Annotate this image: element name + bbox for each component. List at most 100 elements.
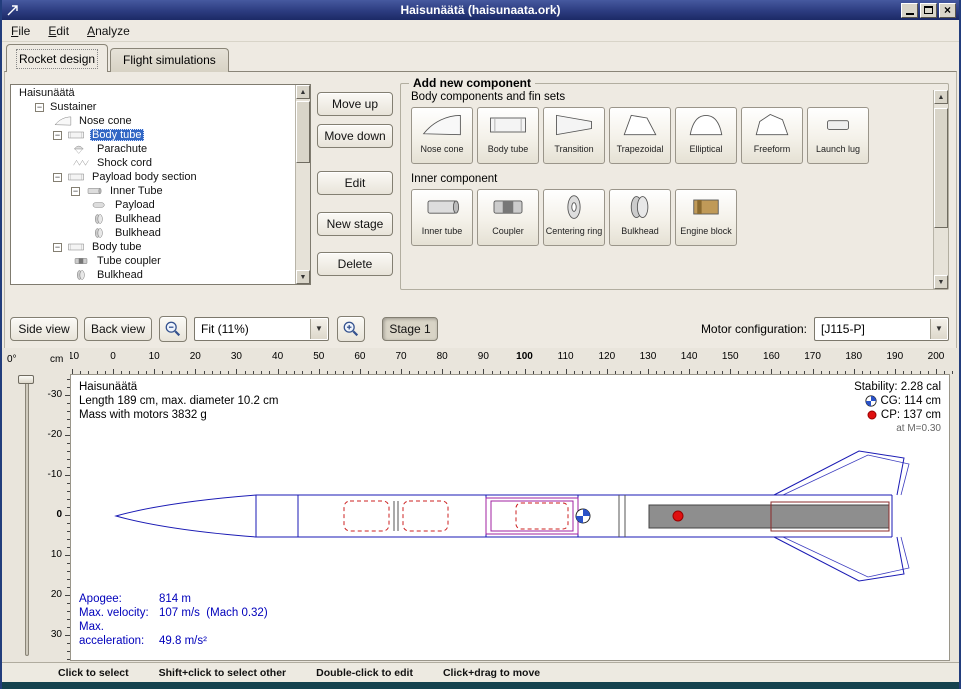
component-button-label: Centering ring — [546, 227, 603, 237]
menu-edit[interactable]: Edit — [39, 22, 78, 40]
scroll-up-button[interactable]: ▲ — [296, 85, 310, 99]
add-coupler-button[interactable]: Coupler — [477, 189, 539, 246]
scrollbar-thumb[interactable] — [934, 108, 948, 228]
tree-expand-toggle[interactable]: − — [35, 103, 44, 112]
add-engine-block-button[interactable]: Engine block — [675, 189, 737, 246]
rocket-summary: Haisunäätä Length 189 cm, max. diameter … — [79, 380, 278, 422]
zoom-in-icon — [342, 320, 360, 338]
rocket-canvas[interactable]: Haisunäätä Length 189 cm, max. diameter … — [70, 374, 950, 661]
max-acceleration-label: Max. acceleration: — [79, 620, 159, 648]
motor-configuration-label: Motor configuration: — [701, 322, 807, 336]
close-button[interactable]: × — [939, 3, 956, 18]
zoom-in-button[interactable] — [337, 316, 365, 342]
add-trapezoidal-button[interactable]: Trapezoidal — [609, 107, 671, 164]
tree-item-shock-cord[interactable]: Shock cord — [11, 156, 294, 170]
scrollbar-track[interactable] — [934, 104, 948, 275]
edit-button[interactable]: Edit — [317, 171, 393, 195]
tree-expand-toggle[interactable]: − — [53, 243, 62, 252]
tree-expand-toggle[interactable]: − — [53, 173, 62, 182]
tree-item-bulkhead[interactable]: Bulkhead — [11, 268, 294, 282]
tree-item-bulkhead[interactable]: Bulkhead — [11, 226, 294, 240]
tab-rocket-design[interactable]: Rocket design — [6, 44, 108, 72]
ruler-tick — [952, 371, 953, 374]
chevron-down-icon[interactable]: ▼ — [930, 319, 947, 339]
tree-item-label: Tube coupler — [95, 255, 163, 267]
nosecone-icon — [53, 115, 73, 127]
side-view-button[interactable]: Side view — [10, 317, 78, 341]
move-down-button[interactable]: Move down — [317, 124, 393, 148]
minimize-button[interactable] — [901, 3, 918, 18]
rocket-name: Haisunäätä — [79, 380, 278, 394]
tree-item-body-tube[interactable]: −Body tube — [11, 128, 294, 142]
rocket-mass: Mass with motors 3832 g — [79, 408, 278, 422]
rotation-slider-handle[interactable] — [18, 375, 34, 384]
scrollbar-track[interactable] — [296, 99, 310, 270]
tree-item-parachute[interactable]: Parachute — [11, 142, 294, 156]
menu-file[interactable]: File — [2, 22, 39, 40]
add-component-scrollbar[interactable]: ▲ ▼ — [933, 90, 948, 289]
motor-configuration-select[interactable]: [J115-P] ▼ — [814, 317, 949, 341]
tree-item-payload-body-section[interactable]: −Payload body section — [11, 170, 294, 184]
tree-expand-toggle[interactable]: − — [53, 131, 62, 140]
tree-scrollbar[interactable]: ▲ ▼ — [295, 85, 310, 284]
add-body-tube-button[interactable]: Body tube — [477, 107, 539, 164]
move-up-button[interactable]: Move up — [317, 92, 393, 116]
add-launch-lug-button[interactable]: Launch lug — [807, 107, 869, 164]
chevron-down-icon[interactable]: ▼ — [310, 319, 327, 339]
scroll-up-button[interactable]: ▲ — [934, 90, 948, 104]
tree-item-inner-tube[interactable]: −Inner Tube — [11, 184, 294, 198]
ruler-label: 80 — [437, 351, 448, 362]
ruler-label: 200 — [928, 351, 945, 362]
tree-item-sustainer[interactable]: −Sustainer — [11, 100, 294, 114]
zoom-out-icon — [164, 320, 182, 338]
new-stage-button[interactable]: New stage — [317, 212, 393, 236]
component-button-label: Transition — [554, 145, 593, 155]
back-view-button[interactable]: Back view — [84, 317, 152, 341]
component-button-label: Engine block — [680, 227, 732, 237]
tree-expand-toggle[interactable]: − — [71, 187, 80, 196]
scrollbar-thumb[interactable] — [296, 101, 310, 163]
add-elliptical-button[interactable]: Elliptical — [675, 107, 737, 164]
add-transition-button[interactable]: Transition — [543, 107, 605, 164]
ruler-label: 40 — [272, 351, 283, 362]
delete-button[interactable]: Delete — [317, 252, 393, 276]
ruler-label: -20 — [48, 429, 62, 440]
tree-item-payload[interactable]: Payload — [11, 198, 294, 212]
ruler-label: -30 — [48, 389, 62, 400]
tree-item-label: Sustainer — [48, 101, 98, 113]
scroll-down-button[interactable]: ▼ — [296, 270, 310, 284]
tree-item-bulkhead[interactable]: Bulkhead — [11, 212, 294, 226]
component-tree[interactable]: Haisunäätä−SustainerNose cone−Body tubeP… — [10, 84, 311, 285]
title-bar[interactable]: Haisunäätä (haisunaata.ork) × — [2, 0, 959, 20]
innertube-icon — [420, 193, 464, 226]
maximize-button[interactable] — [920, 3, 937, 18]
horizontal-ruler: -100102030405060708090100110120130140150… — [70, 348, 959, 374]
add-component-title: Add new component — [409, 76, 535, 90]
tree-item-tube-coupler[interactable]: Tube coupler — [11, 254, 294, 268]
rocket-view: 0° cm -100102030405060708090100110120130… — [2, 348, 959, 662]
zoom-level-select[interactable]: Fit (11%) ▼ — [194, 317, 329, 341]
rotation-slider-track[interactable] — [25, 378, 29, 656]
ruler-label: 190 — [887, 351, 904, 362]
zoom-out-button[interactable] — [159, 316, 187, 342]
tab-flight-simulations[interactable]: Flight simulations — [110, 48, 229, 72]
nosecone-icon — [420, 111, 464, 144]
add-bulkhead-button[interactable]: Bulkhead — [609, 189, 671, 246]
parachute-icon — [71, 143, 91, 155]
component-button-label: Coupler — [492, 227, 524, 237]
tree-item-label: Nose cone — [77, 115, 134, 127]
menu-analyze[interactable]: Analyze — [78, 22, 139, 40]
stage-1-toggle[interactable]: Stage 1 — [382, 317, 438, 341]
add-centering-ring-button[interactable]: Centering ring — [543, 189, 605, 246]
add-freeform-button[interactable]: Freeform — [741, 107, 803, 164]
add-nose-cone-button[interactable]: Nose cone — [411, 107, 473, 164]
ruler-label: 180 — [845, 351, 862, 362]
bottom-strip — [0, 682, 961, 689]
add-inner-tube-button[interactable]: Inner tube — [411, 189, 473, 246]
tree-item-haisunäätä[interactable]: Haisunäätä — [11, 86, 294, 100]
tree-item-nose-cone[interactable]: Nose cone — [11, 114, 294, 128]
scroll-down-button[interactable]: ▼ — [934, 275, 948, 289]
trapezoidal-icon — [618, 111, 662, 144]
ruler-label: -10 — [48, 469, 62, 480]
tree-item-body-tube[interactable]: −Body tube — [11, 240, 294, 254]
